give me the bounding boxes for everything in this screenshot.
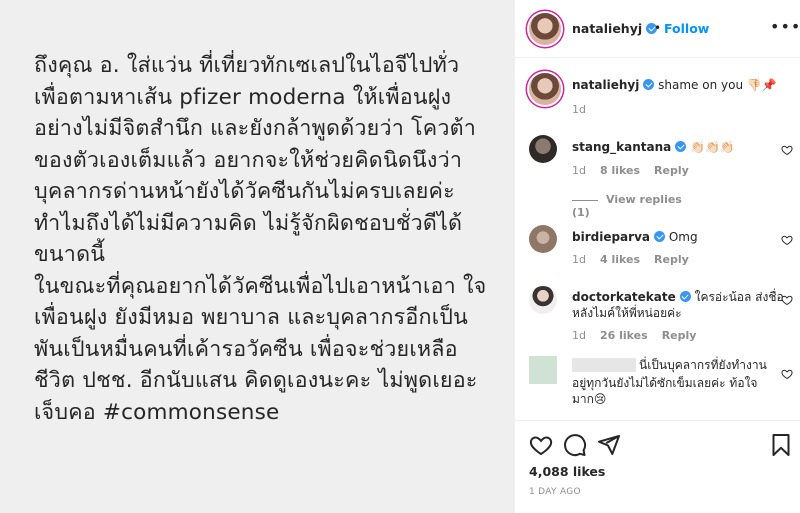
comment-text: 👏🏻👏🏻👏🏻 [690, 140, 735, 154]
comment-meta: 1d 4 likes Reply [572, 253, 703, 266]
separator-dot: • [654, 21, 662, 35]
comment: stang_kantana 👏🏻👏🏻👏🏻 [572, 139, 735, 155]
verified-badge-icon [675, 141, 687, 152]
caption: nataliehyj shame on you 👎🏻📌 [572, 77, 777, 93]
verified-badge-icon [654, 231, 665, 242]
post-line: ในขณะที่คุณอยากได้วัคซีนเพื่อไปเอาหน้าเอ… [34, 273, 487, 299]
post-image[interactable]: ถึงคุณ อ. ใส่แว่น ที่เที่ยวทักเซเลปในไอจ… [0, 0, 514, 513]
comment-text-line3: มาก😢 [572, 392, 607, 406]
comment-text-line2: หลังไมค์ให้พี่หน่อยค่ะ [572, 306, 682, 320]
comment-likes[interactable]: 4 likes [600, 253, 640, 266]
comment-avatar[interactable] [529, 286, 557, 314]
caption-avatar[interactable] [529, 73, 561, 105]
avatar[interactable] [529, 13, 561, 45]
post-line: เพื่อนฝูง ยังมีหมอ พยาบาล และบุคลากรอีกเ… [34, 305, 469, 330]
post-line: ของตัวเองเต็มแล้ว อยากจะให้ช่วยคิดนิดนึง… [34, 147, 463, 173]
post-line: ทำไมถึงได้ไม่มีความคิด ไม่รู้จักผิดชอบชั… [34, 210, 463, 236]
comment-likes[interactable]: 26 likes [600, 329, 648, 342]
caption-username[interactable]: nataliehyj [572, 78, 639, 92]
reply-button[interactable]: Reply [654, 253, 689, 266]
likes-count[interactable]: 4,088 likes [529, 464, 605, 479]
comment-username[interactable]: stang_kantana [572, 140, 671, 154]
post-line: พันเป็นหมื่นคนที่เค้ารอวัคซีน เพื่อจะช่ว… [34, 336, 458, 362]
comment-username[interactable]: birdieparva [572, 230, 650, 244]
view-replies-button[interactable]: View replies (1) [572, 193, 682, 219]
post-line: ขนาดนี้ [34, 242, 106, 267]
like-heart-icon[interactable] [529, 433, 553, 457]
caption-text: shame on you 👎🏻📌 [658, 78, 777, 92]
comment: birdieparva Omg [572, 229, 698, 245]
reply-button[interactable]: Reply [654, 164, 689, 177]
post-sidebar: nataliehyj • Follow ••• nataliehyj shame… [514, 0, 800, 513]
post-line: เจ็บคอ #commonsense [34, 399, 280, 425]
heart-icon[interactable] [781, 294, 793, 306]
comment-meta: 1d 8 likes Reply [572, 164, 703, 177]
comment-text: ใครอ่ะน้อล ส่งชื่อ [694, 290, 784, 304]
action-bar: 4,088 likes 1 DAY AGO [515, 420, 800, 513]
comment-text: Omg [668, 230, 698, 244]
comment-time[interactable]: 1d [572, 164, 586, 177]
comment-text-line2: อยู่ทุกวันยังไม่ได้ซักเข็มเลยค่ะ ท้อใจ [572, 376, 758, 390]
post-text-block: ถึงคุณ อ. ใส่แว่น ที่เที่ยวทักเซเลปในไอจ… [34, 50, 494, 428]
comment-likes[interactable]: 8 likes [600, 164, 640, 177]
heart-icon[interactable] [781, 368, 793, 380]
comment-avatar[interactable] [529, 135, 557, 163]
verified-badge-icon [643, 79, 655, 90]
post-header: nataliehyj • Follow ••• [515, 0, 800, 58]
comment-time[interactable]: 1d [572, 253, 586, 266]
comment-username[interactable]: doctorkatekate [572, 290, 676, 304]
comment-time[interactable]: 1d [572, 329, 586, 342]
caption-time[interactable]: 1d [572, 103, 586, 116]
post-line: ชีวิต ปชช. อีกนับแสน คิดดูเองนะคะ ไม่พูด… [34, 368, 478, 393]
post-date[interactable]: 1 DAY AGO [529, 487, 581, 497]
heart-icon[interactable] [781, 144, 793, 156]
follow-button[interactable]: Follow [664, 21, 709, 36]
comment: นี่เป็นบุคลากรที่ยังทำงาน [639, 357, 767, 373]
reply-button[interactable]: Reply [662, 329, 697, 342]
post-line: บุคลากรด่านหน้ายังได้วัคซีนกันไม่ครบเลยค… [34, 179, 455, 204]
view-replies-row: View replies (1) [572, 193, 702, 219]
post-line: อย่างไม่มีจิตสำนึก และยังกล้าพูดด้วยว่า … [34, 116, 477, 141]
verified-badge-icon [679, 291, 691, 302]
post-line: เพื่อตามหาเส้น pfizer moderna ให้เพื่อนฝ… [34, 84, 452, 110]
post-line: ถึงคุณ อ. ใส่แว่น ที่เที่ยวทักเซเลปในไอจ… [34, 53, 460, 78]
redacted-username [572, 358, 636, 372]
comment: doctorkatekate ใครอ่ะน้อล ส่งชื่อ หลังไม… [572, 289, 784, 321]
comment-continued: อยู่ทุกวันยังไม่ได้ซักเข็มเลยค่ะ ท้อใจ ม… [572, 375, 757, 407]
comment-text: นี่เป็นบุคลากรที่ยังทำงาน [639, 358, 767, 372]
heart-icon[interactable] [781, 234, 793, 246]
comment-avatar[interactable] [529, 225, 557, 253]
caption-meta: 1d [572, 103, 600, 116]
more-options-button[interactable]: ••• [770, 17, 800, 36]
redacted-avatar [529, 356, 557, 384]
save-bookmark-icon[interactable] [769, 433, 793, 457]
share-paper-plane-icon[interactable] [597, 433, 621, 457]
comment-bubble-icon[interactable] [563, 433, 587, 457]
username-link[interactable]: nataliehyj [572, 21, 642, 36]
comment-meta: 1d 26 likes Reply [572, 329, 710, 342]
header-username[interactable]: nataliehyj [572, 21, 658, 36]
replies-divider [572, 199, 598, 201]
